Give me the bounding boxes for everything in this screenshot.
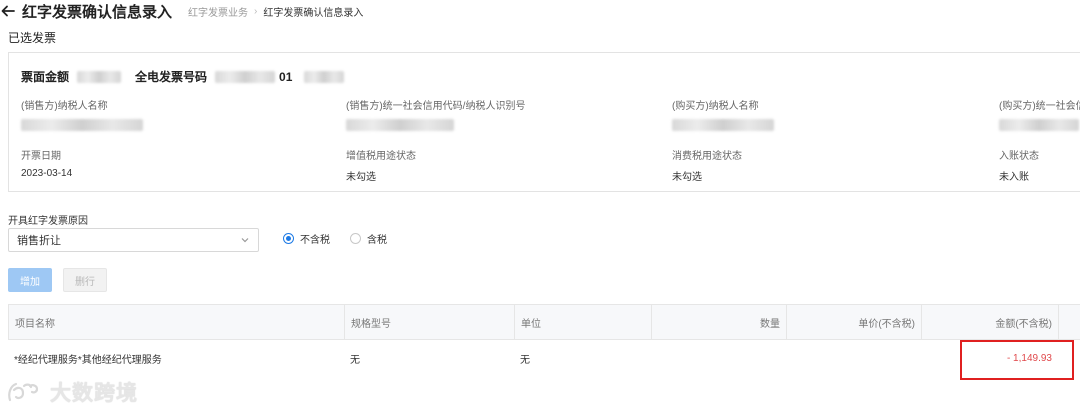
radio-tax-exclusive[interactable]: 不含税: [283, 231, 330, 246]
cell-unit-price[interactable]: [786, 340, 921, 376]
cell-spec[interactable]: 无: [344, 340, 514, 376]
back-arrow-icon[interactable]: [0, 3, 16, 19]
seller-name-redacted: [21, 119, 143, 131]
seller-tax-id-redacted: [346, 119, 454, 131]
column-header-amount: 金额(不含税): [922, 305, 1059, 339]
invoice-number-label: 全电发票号码: [135, 70, 208, 84]
column-header-unit: 单位: [515, 305, 652, 339]
seller-name-label: (销售方)纳税人名称: [21, 101, 108, 112]
breadcrumb-separator-icon: ›: [254, 5, 258, 17]
invoice-card-header: 票面金额 全电发票号码 01: [21, 68, 358, 85]
delete-row-button[interactable]: 删行: [63, 268, 107, 292]
page-title: 红字发票确认信息录入: [22, 3, 173, 21]
invoice-number-redacted-tail: [304, 70, 345, 83]
watermark-text: 大数跨境: [50, 382, 138, 405]
column-header-quantity: 数量: [652, 305, 787, 339]
amount-label: 票面金额: [21, 70, 70, 84]
watermark: 大数跨境: [6, 377, 138, 407]
breadcrumb-item-current: 红字发票确认信息录入: [263, 7, 364, 19]
column-header-item-name: 项目名称: [9, 305, 345, 339]
table-row[interactable]: *经纪代理服务*其他经纪代理服务 无 无 - 1,149.93: [8, 340, 1080, 376]
issue-date-value: 2023-03-14: [21, 168, 73, 179]
breadcrumb: 红字发票业务 › 红字发票确认信息录入: [188, 4, 363, 19]
table-header: 项目名称 规格型号 单位 数量 单价(不含税) 金额(不含税): [8, 304, 1080, 340]
entry-status-value: 未入账: [999, 172, 1029, 183]
selected-invoice-section-title: 已选发票: [8, 31, 57, 45]
invoice-number-redacted: [215, 70, 276, 83]
invoice-number-fragment: 01: [279, 69, 293, 84]
consumption-tax-status-value: 未勾选: [672, 172, 702, 183]
buyer-name-redacted: [672, 119, 774, 131]
breadcrumb-item-parent[interactable]: 红字发票业务: [188, 4, 248, 19]
buyer-name-label: (购买方)纳税人名称: [672, 101, 759, 112]
watermark-logo-icon: [6, 380, 46, 404]
buyer-tax-id-label: (购买方)统一社会信: [999, 101, 1080, 112]
chevron-down-icon: [240, 235, 250, 245]
vat-usage-status-value: 未勾选: [346, 172, 376, 183]
seller-tax-id-label: (销售方)统一社会信用代码/纳税人识别号: [346, 101, 526, 112]
items-table: 项目名称 规格型号 单位 数量 单价(不含税) 金额(不含税) *经纪代理服务*…: [8, 304, 1080, 376]
radio-tax-exclusive-label: 不含税: [300, 235, 330, 246]
page-header: 红字发票确认信息录入 红字发票业务 › 红字发票确认信息录入: [0, 0, 363, 22]
selected-invoice-card: 票面金额 全电发票号码 01 (销售方)纳税人名称 (销售方)统一社会信用代码/…: [8, 52, 1080, 192]
consumption-tax-status-label: 消费税用途状态: [672, 151, 742, 162]
entry-status-label: 入账状态: [999, 151, 1039, 162]
red-invoice-reason-label: 开具红字发票原因: [8, 216, 88, 227]
cell-item-name[interactable]: *经纪代理服务*其他经纪代理服务: [8, 340, 344, 376]
radio-unchecked-icon: [350, 233, 361, 244]
radio-tax-inclusive-label: 含税: [367, 235, 387, 246]
vat-usage-status-label: 增值税用途状态: [346, 151, 416, 162]
column-header-spec: 规格型号: [345, 305, 515, 339]
radio-tax-inclusive[interactable]: 含税: [350, 231, 387, 246]
red-invoice-reason-select[interactable]: 销售折让: [8, 228, 259, 252]
radio-checked-icon: [283, 233, 294, 244]
reason-selected-value: 销售折让: [17, 235, 61, 247]
cell-unit[interactable]: 无: [514, 340, 651, 376]
amount-highlight-box: [960, 340, 1074, 380]
amount-redacted: [77, 70, 122, 83]
column-header-unit-price: 单价(不含税): [787, 305, 922, 339]
issue-date-label: 开票日期: [21, 151, 61, 162]
tax-mode-radio-group: 不含税 含税: [283, 231, 407, 246]
add-row-button[interactable]: 增加: [8, 268, 52, 292]
cell-quantity[interactable]: [651, 340, 786, 376]
buyer-tax-id-redacted: [999, 119, 1079, 131]
